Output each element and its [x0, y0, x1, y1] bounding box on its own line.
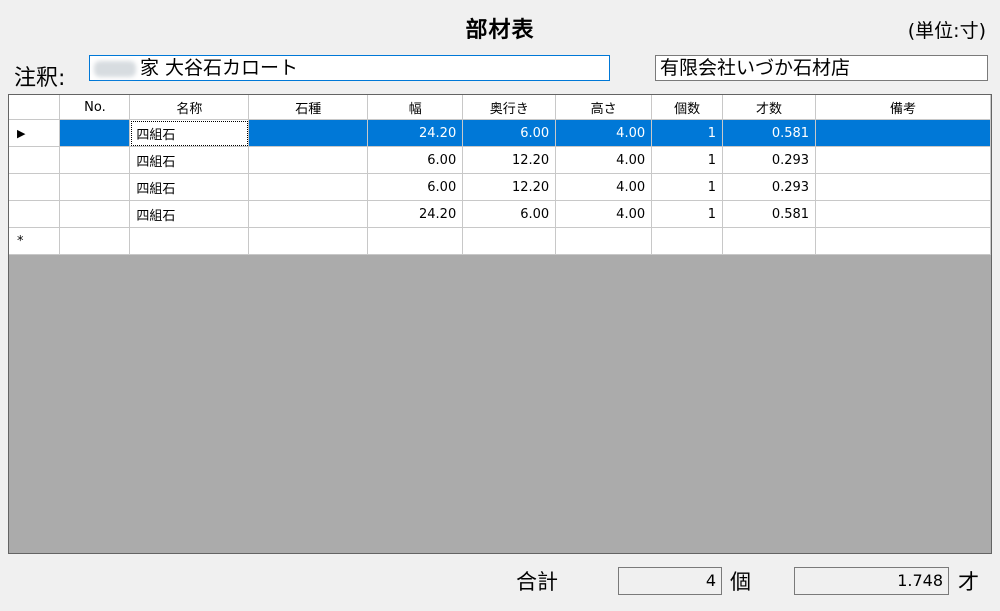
cell-name[interactable]: 四組石 — [129, 146, 250, 174]
table-row[interactable]: 四組石 24.20 6.00 4.00 1 0.581 — [9, 200, 991, 228]
cell-note[interactable] — [815, 200, 991, 228]
column-header-depth[interactable]: 奥行き — [462, 95, 557, 120]
cell-name[interactable]: 四組石 — [129, 119, 250, 147]
cell-width[interactable] — [367, 227, 464, 255]
company-field[interactable]: 有限会社いづか石材店 — [655, 55, 988, 81]
table-row[interactable]: 四組石 6.00 12.20 4.00 1 0.293 — [9, 173, 991, 201]
cell-no[interactable] — [59, 119, 131, 147]
redacted-text — [94, 60, 136, 77]
column-header-height[interactable]: 高さ — [555, 95, 653, 120]
cell-note[interactable] — [815, 227, 991, 255]
cell-sai[interactable]: 0.581 — [722, 119, 817, 147]
cell-stone[interactable] — [248, 200, 369, 228]
total-count-field: 4 — [618, 567, 722, 595]
sai-unit-label: 才 — [958, 570, 979, 594]
parts-table: No. 名称 石種 幅 奥行き 高さ 個数 才数 備考 ▶ 四組石 24.20 … — [9, 95, 991, 255]
cell-name[interactable]: 四組石 — [129, 173, 250, 201]
row-header[interactable] — [9, 146, 61, 174]
page-title: 部材表 — [465, 18, 535, 43]
cell-note[interactable] — [815, 119, 991, 147]
cell-stone[interactable] — [248, 227, 369, 255]
cell-width[interactable]: 6.00 — [367, 173, 464, 201]
table-row[interactable]: ▶ 四組石 24.20 6.00 4.00 1 0.581 — [9, 119, 991, 147]
cell-stone[interactable] — [248, 173, 369, 201]
cell-note[interactable] — [815, 146, 991, 174]
column-header-note[interactable]: 備考 — [815, 95, 991, 120]
cell-stone[interactable] — [248, 119, 369, 147]
cell-height[interactable]: 4.00 — [555, 119, 653, 147]
cell-sai[interactable]: 0.293 — [722, 146, 817, 174]
cell-height[interactable]: 4.00 — [555, 173, 653, 201]
cell-depth[interactable] — [462, 227, 557, 255]
cell-name[interactable] — [129, 227, 250, 255]
cell-count[interactable]: 1 — [651, 173, 724, 201]
cell-no[interactable] — [59, 146, 131, 174]
column-header-name[interactable]: 名称 — [129, 95, 250, 120]
cell-depth[interactable]: 12.20 — [462, 173, 557, 201]
cell-depth[interactable]: 6.00 — [462, 119, 557, 147]
cell-no[interactable] — [59, 200, 131, 228]
column-header-count[interactable]: 個数 — [651, 95, 724, 120]
column-header-no[interactable]: No. — [59, 95, 131, 120]
cell-count[interactable]: 1 — [651, 146, 724, 174]
cell-height[interactable]: 4.00 — [555, 146, 653, 174]
cell-sai[interactable]: 0.581 — [722, 200, 817, 228]
cell-depth[interactable]: 6.00 — [462, 200, 557, 228]
total-sai-field: 1.748 — [794, 567, 949, 595]
cell-height[interactable] — [555, 227, 653, 255]
cell-sai[interactable]: 0.293 — [722, 173, 817, 201]
cell-width[interactable]: 24.20 — [367, 200, 464, 228]
total-label: 合計 — [516, 570, 558, 594]
new-row-icon: * — [17, 233, 24, 249]
note-label: 注釈: — [14, 66, 66, 91]
cell-count[interactable]: 1 — [651, 200, 724, 228]
unit-label: (単位:寸) — [907, 20, 986, 42]
table-row[interactable]: 四組石 6.00 12.20 4.00 1 0.293 — [9, 146, 991, 174]
current-row-icon: ▶ — [17, 126, 26, 140]
cell-note[interactable] — [815, 173, 991, 201]
cell-no[interactable] — [59, 173, 131, 201]
cell-width[interactable]: 6.00 — [367, 146, 464, 174]
cell-sai[interactable] — [722, 227, 817, 255]
note-value: 家 大谷石カロート — [140, 57, 299, 79]
row-header[interactable]: ▶ — [9, 119, 61, 147]
count-unit-label: 個 — [730, 570, 751, 594]
row-header[interactable]: * — [9, 227, 61, 255]
cell-name[interactable]: 四組石 — [129, 200, 250, 228]
row-header[interactable] — [9, 173, 61, 201]
row-header[interactable] — [9, 200, 61, 228]
new-row[interactable]: * — [9, 227, 991, 255]
column-header-sai[interactable]: 才数 — [722, 95, 817, 120]
cell-stone[interactable] — [248, 146, 369, 174]
row-header-corner[interactable] — [9, 95, 61, 120]
company-value: 有限会社いづか石材店 — [660, 57, 851, 79]
cell-count[interactable]: 1 — [651, 119, 724, 147]
cell-depth[interactable]: 12.20 — [462, 146, 557, 174]
cell-no[interactable] — [59, 227, 131, 255]
column-header-stone[interactable]: 石種 — [248, 95, 369, 120]
cell-width[interactable]: 24.20 — [367, 119, 464, 147]
column-header-width[interactable]: 幅 — [367, 95, 464, 120]
header-row: No. 名称 石種 幅 奥行き 高さ 個数 才数 備考 — [9, 95, 991, 120]
cell-height[interactable]: 4.00 — [555, 200, 653, 228]
cell-count[interactable] — [651, 227, 724, 255]
parts-grid[interactable]: No. 名称 石種 幅 奥行き 高さ 個数 才数 備考 ▶ 四組石 24.20 … — [8, 94, 992, 554]
note-input[interactable]: 家 大谷石カロート — [89, 55, 610, 81]
